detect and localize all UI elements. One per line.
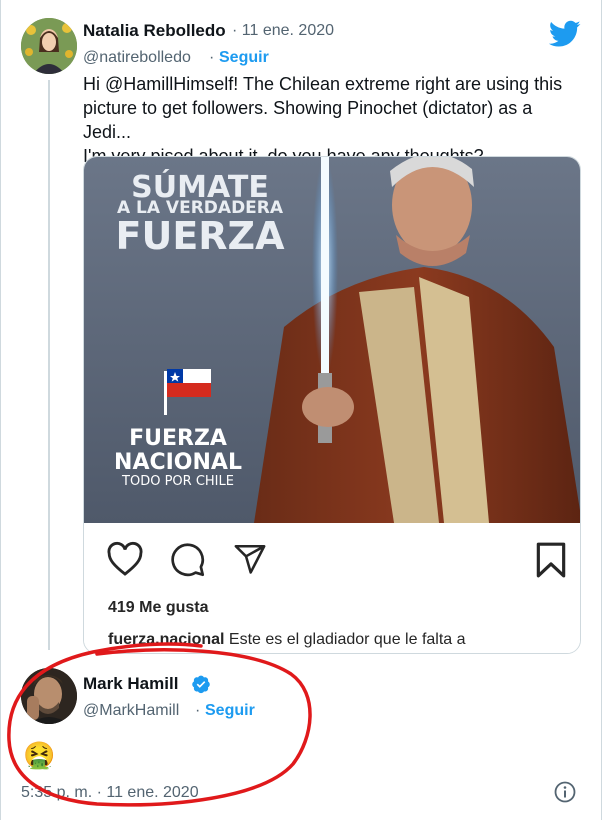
caption-username[interactable]: fuerza.nacional [108, 631, 224, 648]
verified-badge-icon [192, 675, 210, 694]
tweet-date[interactable]: · 11 ene. 2020 [232, 22, 334, 40]
comment-icon[interactable] [170, 542, 206, 578]
post-caption: fuerza.nacional Este es el gladiador que… [108, 631, 466, 649]
follow-button[interactable]: Seguir [219, 49, 269, 67]
author-name[interactable]: Mark Hamill [83, 674, 178, 694]
embedded-instagram-post[interactable]: SÚMATE A LA VERDADERA FUERZA FUERZA NACI… [83, 156, 581, 654]
avatar[interactable] [21, 668, 77, 724]
author-name[interactable]: Natalia Rebolledo [83, 21, 226, 41]
caption-text: Este es el gladiador que le falta a [224, 631, 466, 648]
heart-icon[interactable] [106, 541, 144, 577]
thread-connector [48, 80, 50, 650]
tweet-timestamp[interactable]: 5:35 p. m. · 11 ene. 2020 [21, 784, 199, 802]
author-handle[interactable]: @natirebolledo [83, 49, 191, 67]
logo-line-2: NACIONAL [114, 450, 242, 475]
poster-headline-3: FUERZA [116, 214, 286, 258]
separator-dot: · [195, 702, 201, 719]
tweet-thread: Natalia Rebolledo · 11 ene. 2020 @natire… [0, 0, 602, 820]
twitter-bird-icon[interactable] [549, 20, 581, 48]
tweet-text: Hi @HamillHimself! The Chilean extreme r… [83, 72, 583, 168]
avatar[interactable] [21, 18, 77, 74]
info-icon[interactable] [553, 780, 577, 804]
tweet-text-line: Hi @HamillHimself! The Chilean extreme r… [83, 74, 563, 94]
logo-line-1: FUERZA [129, 426, 227, 451]
like-count[interactable]: 419 Me gusta [108, 599, 208, 617]
poster-image[interactable]: SÚMATE A LA VERDADERA FUERZA FUERZA NACI… [84, 157, 581, 523]
follow-button[interactable]: Seguir [205, 702, 255, 720]
bookmark-icon[interactable] [534, 541, 568, 579]
author-handle[interactable]: @MarkHamill [83, 702, 179, 720]
reply-emoji: 🤮 [23, 740, 56, 770]
logo-tagline: TODO POR CHILE [121, 474, 234, 489]
share-icon[interactable] [232, 542, 268, 576]
tweet-text-line: picture to get followers. Showing Pinoch… [83, 98, 533, 142]
separator-dot: · [209, 49, 215, 66]
